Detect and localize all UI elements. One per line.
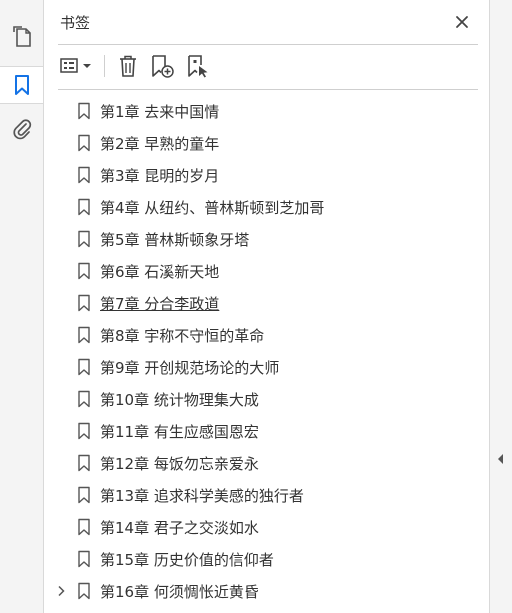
bookmarks-button[interactable]	[0, 66, 50, 104]
bookmark-item[interactable]: 第14章 君子之交淡如水	[44, 511, 489, 543]
bookmark-item[interactable]: 第2章 早熟的童年	[44, 127, 489, 159]
bookmark-item[interactable]: 第11章 有生应感国恩宏	[44, 415, 489, 447]
toolbar-separator	[104, 55, 105, 77]
expand-chevron-icon[interactable]	[56, 585, 66, 597]
bookmark-item[interactable]: 第5章 普林斯顿象牙塔	[44, 223, 489, 255]
new-bookmark-button[interactable]	[149, 52, 177, 80]
delete-bookmark-icon	[120, 55, 136, 77]
bookmark-item[interactable]: 第16章 何须惆怅近黄昏	[44, 575, 489, 607]
bookmark-icon	[78, 262, 90, 280]
bookmark-icon	[78, 166, 90, 184]
bookmark-icon	[78, 486, 90, 504]
bookmark-item[interactable]: 第6章 石溪新天地	[44, 255, 489, 287]
bookmark-icon	[78, 582, 90, 600]
panel-title: 书签	[60, 14, 91, 32]
bookmark-icon	[78, 102, 90, 120]
bookmark-item[interactable]: 第4章 从纽约、普林斯顿到芝加哥	[44, 191, 489, 223]
document-edge-rail	[489, 0, 512, 613]
bookmark-icon	[14, 75, 29, 95]
bookmark-icon	[78, 390, 90, 408]
bookmark-icon	[78, 230, 90, 248]
toolbar-divider	[58, 89, 478, 90]
bookmark-item[interactable]: 第10章 统计物理集大成	[44, 383, 489, 415]
bookmark-label[interactable]: 第12章 每饭勿忘亲爱永	[100, 453, 259, 474]
page-thumbnails-button[interactable]	[8, 23, 35, 50]
close-icon	[456, 16, 468, 28]
navigation-rail	[0, 0, 50, 613]
bookmark-label[interactable]: 第6章 石溪新天地	[100, 261, 219, 282]
bookmark-icon	[78, 198, 90, 216]
bookmark-item[interactable]: 第7章 分合李政道	[44, 287, 489, 319]
bookmark-label[interactable]: 第15章 历史价值的信仰者	[100, 549, 274, 570]
bookmark-label[interactable]: 第14章 君子之交淡如水	[100, 517, 259, 538]
close-panel-button[interactable]	[452, 12, 472, 32]
options-menu-icon	[60, 58, 91, 73]
bookmark-from-selection-button[interactable]	[185, 52, 213, 80]
bookmark-item[interactable]: 第1章 去来中国情	[44, 95, 489, 127]
bookmarks-toolbar	[58, 52, 221, 80]
bookmark-icon	[78, 422, 90, 440]
bookmark-label[interactable]: 第3章 昆明的岁月	[100, 165, 219, 186]
page-thumbnails-icon	[12, 25, 31, 47]
collapse-arrow-icon[interactable]	[496, 452, 506, 466]
bookmark-icon	[78, 550, 90, 568]
title-divider	[58, 44, 478, 45]
bookmark-label[interactable]: 第2章 早熟的童年	[100, 133, 219, 154]
bookmark-icon	[78, 294, 90, 312]
bookmark-label[interactable]: 第5章 普林斯顿象牙塔	[100, 229, 249, 250]
bookmark-label[interactable]: 第9章 开创规范场论的大师	[100, 357, 279, 378]
delete-bookmark-button[interactable]	[115, 52, 141, 80]
bookmark-icon	[78, 134, 90, 152]
bookmark-label[interactable]: 第10章 统计物理集大成	[100, 389, 259, 410]
bookmark-icon	[78, 358, 90, 376]
bookmark-item[interactable]: 第9章 开创规范场论的大师	[44, 351, 489, 383]
bookmark-item[interactable]: 第13章 追求科学美感的独行者	[44, 479, 489, 511]
options-menu-button[interactable]	[58, 52, 94, 80]
bookmark-icon	[78, 518, 90, 536]
bookmark-label[interactable]: 第13章 追求科学美感的独行者	[100, 485, 304, 506]
bookmark-item[interactable]: 第8章 宇称不守恒的革命	[44, 319, 489, 351]
bookmark-from-selection-icon	[188, 55, 208, 78]
bookmark-label[interactable]: 第7章 分合李政道	[100, 293, 219, 314]
bookmarks-panel: 书签 第1章 去来中国情 第2章 早熟的童年 第3章 昆明的岁月 第4章 从纽约…	[44, 0, 489, 613]
attachments-button[interactable]	[8, 115, 35, 142]
bookmark-list: 第1章 去来中国情 第2章 早熟的童年 第3章 昆明的岁月 第4章 从纽约、普林…	[44, 95, 489, 607]
bookmark-item[interactable]: 第15章 历史价值的信仰者	[44, 543, 489, 575]
bookmark-item[interactable]: 第12章 每饭勿忘亲爱永	[44, 447, 489, 479]
bookmark-label[interactable]: 第4章 从纽约、普林斯顿到芝加哥	[100, 197, 324, 218]
bookmark-label[interactable]: 第8章 宇称不守恒的革命	[100, 325, 264, 346]
bookmark-item[interactable]: 第3章 昆明的岁月	[44, 159, 489, 191]
bookmark-label[interactable]: 第11章 有生应感国恩宏	[100, 421, 259, 442]
new-bookmark-icon	[152, 55, 174, 78]
bookmark-label[interactable]: 第16章 何须惆怅近黄昏	[100, 581, 259, 602]
bookmark-label[interactable]: 第1章 去来中国情	[100, 101, 219, 122]
bookmark-icon	[78, 454, 90, 472]
attachment-icon	[12, 118, 31, 139]
bookmark-icon	[78, 326, 90, 344]
